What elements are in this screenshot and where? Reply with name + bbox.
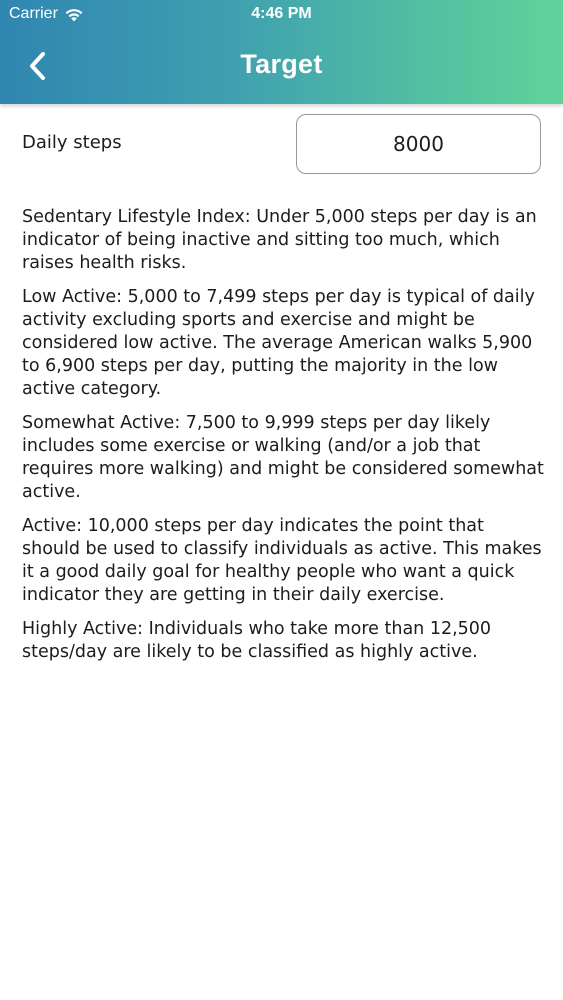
app-header: Carrier 4:46 PM Target [0, 0, 563, 104]
sedentary-description: Sedentary Lifestyle Index: Under 5,000 s… [22, 207, 537, 273]
navigation-bar: Target [0, 30, 563, 104]
active-description: Active: 10,000 steps per day indicates t… [22, 516, 542, 605]
somewhat-active-description: Somewhat Active: 7,500 to 9,999 steps pe… [22, 413, 544, 502]
daily-steps-row: Daily steps [0, 104, 563, 194]
status-bar: Carrier 4:46 PM [0, 0, 563, 30]
low-active-description: Low Active: 5,000 to 7,499 steps per day… [22, 287, 535, 399]
page-title: Target [240, 49, 323, 79]
daily-steps-input[interactable] [296, 114, 541, 174]
status-time: 4:46 PM [251, 5, 312, 22]
activity-level-descriptions: Sedentary Lifestyle Index: Under 5,000 s… [22, 206, 547, 675]
daily-steps-label: Daily steps [22, 132, 122, 153]
main-content: Daily steps Sedentary Lifestyle Index: U… [0, 104, 563, 662]
highly-active-description: Highly Active: Individuals who take more… [22, 619, 492, 662]
